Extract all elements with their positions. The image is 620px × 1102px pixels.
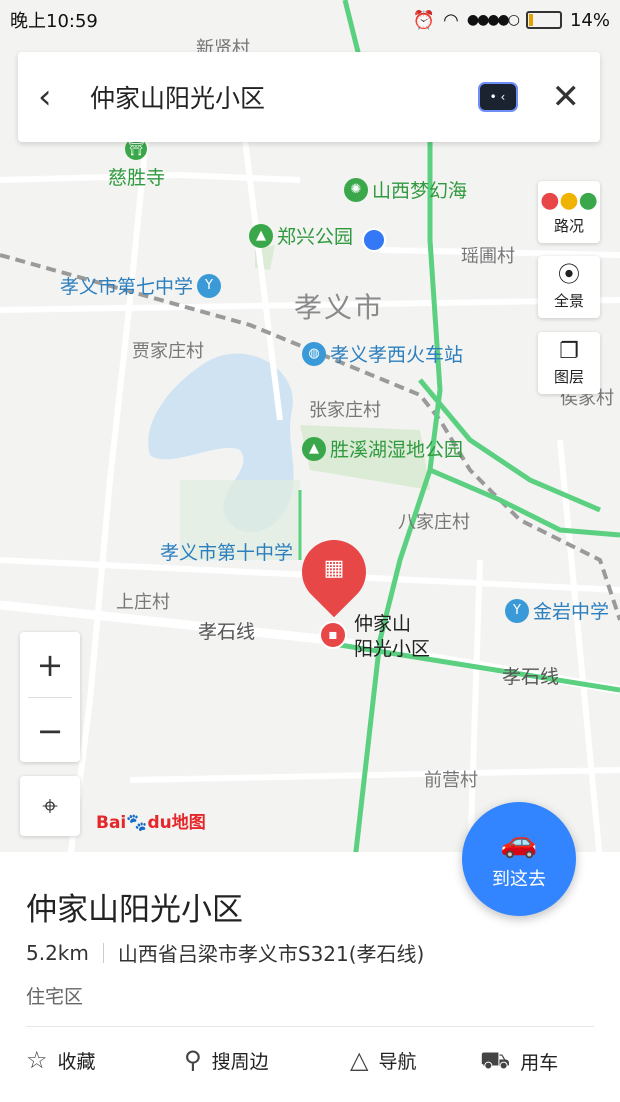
poi-wetland-park[interactable]: ▲ 胜溪湖湿地公园 bbox=[302, 435, 463, 462]
pin-anchor-icon: ▪ bbox=[319, 621, 347, 649]
car-icon: ⛟ bbox=[480, 1046, 511, 1074]
poi-label: 山西梦幻海 bbox=[372, 180, 468, 202]
poi-label: 孝义市第七中学 bbox=[60, 276, 194, 298]
panorama-button[interactable]: ⦿ 全景 bbox=[538, 256, 600, 318]
village-label: 八家庄村 bbox=[398, 512, 470, 533]
favorite-button[interactable]: ☆ 收藏 bbox=[26, 1046, 96, 1074]
place-name: 仲家山阳光小区 bbox=[26, 892, 243, 928]
wifi-icon: ◠ bbox=[443, 9, 459, 31]
place-type: 住宅区 bbox=[26, 986, 84, 1008]
place-meta: 5.2km 山西省吕梁市孝义市S321(孝石线) bbox=[26, 938, 424, 967]
logo-text-b: du bbox=[147, 813, 172, 833]
city-label: 孝义市 bbox=[294, 291, 385, 324]
poi-jinyan-school[interactable]: Y 金岩中学 bbox=[505, 597, 609, 624]
poi-label: 孝义孝西火车站 bbox=[330, 344, 464, 366]
road-label: 孝石线 bbox=[198, 621, 256, 643]
village-label: 贾家庄村 bbox=[132, 341, 204, 362]
go-here-label: 到这去 bbox=[492, 869, 546, 890]
poi-school-7[interactable]: 孝义市第七中学 Y bbox=[60, 272, 225, 299]
baidu-map-logo: Bai🐾du地图 bbox=[96, 808, 206, 833]
traffic-light-icon: ●●● bbox=[540, 187, 598, 213]
nearby-label: 搜周边 bbox=[211, 1050, 269, 1073]
zoom-in-button[interactable]: + bbox=[20, 632, 80, 697]
car-label: 用车 bbox=[520, 1052, 559, 1074]
layers-icon: ❐ bbox=[559, 338, 579, 364]
tree-icon: ▲ bbox=[302, 436, 326, 461]
village-label: 张家庄村 bbox=[309, 400, 381, 421]
layers-label: 图层 bbox=[553, 367, 584, 386]
tree-icon: ▲ bbox=[249, 223, 273, 248]
navigate-button[interactable]: △ 导航 bbox=[350, 1046, 416, 1074]
location-marker-icon: ⦿ bbox=[557, 262, 580, 288]
nearby-button[interactable]: ⚲ 搜周边 bbox=[184, 1046, 269, 1074]
poi-park-zhengxing[interactable]: ▲ 郑兴公园 bbox=[249, 222, 353, 249]
status-bar: 晚上10:59 ⏰ ◠ ●●●●○ 14% bbox=[0, 0, 620, 40]
zoom-out-button[interactable]: − bbox=[20, 698, 80, 763]
search-input[interactable]: 仲家山阳光小区 bbox=[90, 79, 478, 115]
location-pin-icon: ⚲ bbox=[184, 1046, 202, 1074]
poi-temple[interactable]: 慈胜寺 bbox=[108, 163, 165, 190]
train-icon: ◍ bbox=[302, 341, 326, 366]
building-icon: ▦ bbox=[323, 556, 345, 581]
voice-assistant-icon[interactable]: • ‹ bbox=[477, 82, 518, 112]
village-label: 瑶圃村 bbox=[461, 246, 515, 267]
place-distance: 5.2km bbox=[26, 940, 89, 965]
car-icon: 🚗 bbox=[500, 825, 538, 860]
village-label: 上庄村 bbox=[116, 592, 170, 613]
alarm-icon: ⏰ bbox=[412, 9, 436, 31]
current-location-dot bbox=[362, 228, 386, 252]
go-here-button[interactable]: 🚗 到这去 bbox=[462, 802, 576, 916]
road-label: 孝石线 bbox=[502, 666, 560, 688]
paw-icon: 🐾 bbox=[126, 813, 148, 833]
battery-percent: 14% bbox=[569, 9, 610, 31]
navigate-label: 导航 bbox=[378, 1050, 417, 1073]
back-icon[interactable]: ‹ bbox=[38, 77, 78, 117]
poi-train-station[interactable]: ◍ 孝义孝西火车站 bbox=[302, 340, 463, 367]
battery-icon bbox=[525, 11, 562, 29]
poi-school-10[interactable]: 孝义市第十中学 bbox=[160, 538, 293, 565]
place-address: 山西省吕梁市孝义市S321(孝石线) bbox=[117, 942, 425, 966]
school-icon: Y bbox=[197, 273, 222, 298]
traffic-label: 路况 bbox=[553, 216, 584, 235]
logo-text-suffix: 地图 bbox=[171, 813, 206, 833]
signal-icon: ●●●●○ bbox=[466, 12, 520, 28]
car-button[interactable]: ⛟ 用车 bbox=[480, 1046, 558, 1077]
poi-label: 孝义市第十中学 bbox=[160, 542, 294, 564]
logo-text-a: Bai bbox=[96, 813, 127, 833]
zoom-controls: + − bbox=[20, 632, 80, 762]
star-icon: ☆ bbox=[26, 1046, 48, 1074]
pin-label: 仲家山 阳光小区 bbox=[354, 612, 430, 662]
pin-label-line2: 阳光小区 bbox=[354, 638, 431, 660]
poi-label: 胜溪湖湿地公园 bbox=[330, 439, 464, 461]
locate-button[interactable]: ⌖ bbox=[20, 776, 80, 836]
panel-divider bbox=[26, 1026, 594, 1027]
poi-label: 郑兴公园 bbox=[277, 226, 354, 248]
traffic-button[interactable]: ●●● 路况 bbox=[538, 181, 600, 243]
poi-label: 金岩中学 bbox=[533, 601, 610, 623]
poi-label: 慈胜寺 bbox=[108, 167, 166, 189]
layers-button[interactable]: ❐ 图层 bbox=[538, 332, 600, 394]
ferris-wheel-icon: ✺ bbox=[344, 177, 368, 202]
action-bar: ☆ 收藏 ⚲ 搜周边 △ 导航 ⛟ 用车 bbox=[0, 1046, 620, 1086]
village-label: 前营村 bbox=[424, 770, 478, 791]
navigation-arrow-icon: △ bbox=[350, 1046, 369, 1074]
close-icon[interactable]: ✕ bbox=[552, 77, 581, 117]
school-icon: Y bbox=[505, 598, 529, 623]
pin-label-line1: 仲家山 bbox=[354, 613, 412, 635]
panorama-label: 全景 bbox=[553, 291, 584, 310]
poi-water-park[interactable]: ✺ 山西梦幻海 bbox=[344, 176, 467, 203]
status-time: 晚上10:59 bbox=[10, 11, 98, 32]
meta-divider bbox=[102, 942, 104, 963]
search-bar[interactable]: ‹ 仲家山阳光小区 • ‹ ✕ bbox=[18, 52, 600, 142]
crosshair-icon: ⌖ bbox=[42, 789, 58, 822]
favorite-label: 收藏 bbox=[57, 1050, 96, 1073]
